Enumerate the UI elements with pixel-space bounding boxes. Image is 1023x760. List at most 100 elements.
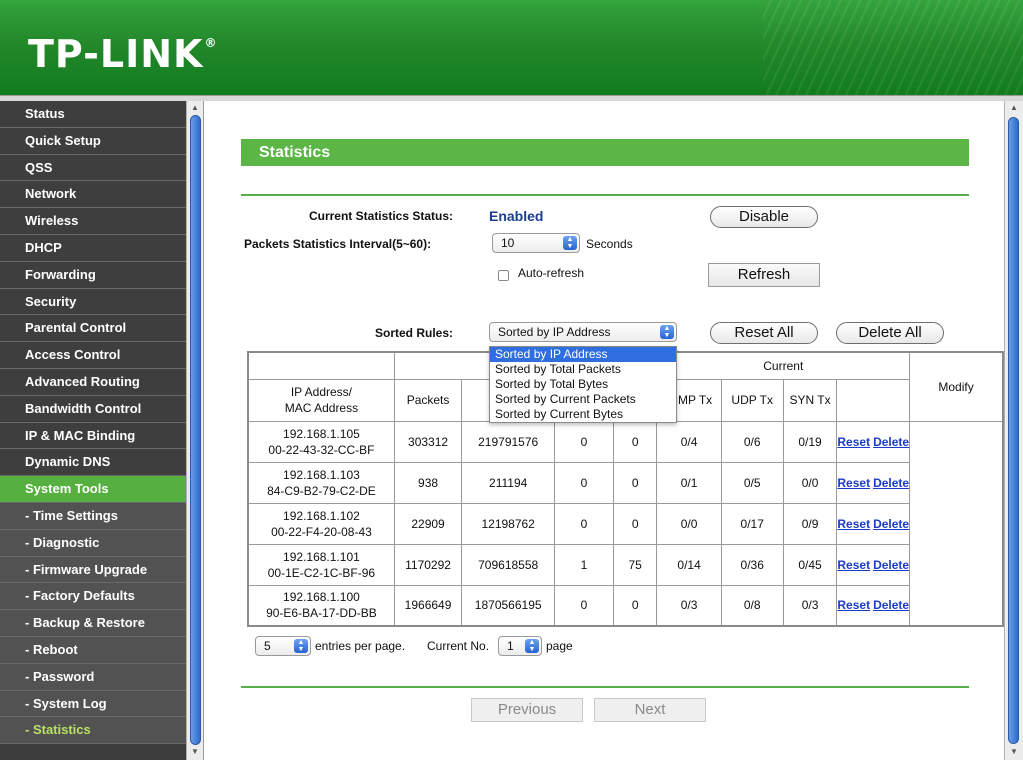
current-status-value: Enabled (489, 208, 544, 224)
cell-packets: 938 (393, 461, 463, 504)
sidebar-item[interactable]: System Tools (0, 476, 186, 503)
sidebar-item[interactable]: DHCP (0, 234, 186, 262)
mac-address: 00-22-F4-20-08-43 (271, 524, 372, 539)
delete-link[interactable]: Delete (873, 598, 909, 612)
interval-select[interactable]: 10 ▲ ▼ (492, 233, 580, 253)
cell-udp: 0/8 (720, 584, 784, 627)
current-page-label: Current No. (427, 639, 490, 653)
reset-link[interactable]: Reset (837, 476, 870, 490)
sidebar-item[interactable]: - Statistics (0, 717, 186, 745)
delete-link[interactable]: Delete (873, 476, 909, 490)
delete-link[interactable]: Delete (873, 517, 909, 531)
cell-packets: 22909 (393, 502, 463, 545)
group-header-current: Current (656, 351, 911, 380)
cell-current-bytes: 0 (612, 420, 658, 463)
mac-address: 84-C9-B2-79-C2-DE (267, 483, 376, 498)
page-title: Statistics (241, 139, 969, 166)
sidebar-item[interactable]: - Factory Defaults (0, 583, 186, 611)
page-label: page (546, 639, 573, 653)
sidebar-item[interactable]: - Backup & Restore (0, 610, 186, 637)
sidebar-item[interactable]: - Time Settings (0, 502, 186, 530)
main-scroll-thumb[interactable] (1008, 117, 1019, 744)
sidebar-item[interactable]: Parental Control (0, 315, 186, 343)
table-row: 192.168.1.105 00-22-43-32-CC-BF 303312 2197… (247, 420, 1003, 463)
sidebar-item[interactable]: Dynamic DNS (0, 449, 186, 477)
table-row: 192.168.1.103 84-C9-B2-79-C2-DE 938 211194 0… (247, 461, 1003, 504)
reset-all-button[interactable]: Reset All (710, 322, 818, 344)
cell-current-bytes: 75 (612, 543, 658, 586)
sidebar-item[interactable]: Forwarding (0, 261, 186, 289)
next-button[interactable]: Next (594, 698, 706, 722)
sidebar-item[interactable]: - Reboot (0, 636, 186, 664)
sorted-rules-dropdown[interactable]: Sorted by IP Address Sorted by Total Pack… (489, 346, 677, 423)
disable-button[interactable]: Disable (710, 206, 818, 228)
sidebar-item[interactable]: - Firmware Upgrade (0, 556, 186, 584)
sidebar-item[interactable]: - System Log (0, 690, 186, 718)
sidebar-scrollbar[interactable]: ▲ ▼ (186, 101, 204, 760)
cell-packets: 1966649 (393, 584, 463, 627)
sidebar-scroll-thumb[interactable] (190, 115, 201, 745)
delete-link[interactable]: Delete (873, 558, 909, 572)
auto-refresh-label: Auto-refresh (518, 266, 585, 280)
sidebar-item[interactable]: Network (0, 181, 186, 209)
dropdown-option[interactable]: Sorted by Current Bytes (490, 407, 676, 422)
per-page-value: 5 (264, 639, 271, 653)
dropdown-option[interactable]: Sorted by IP Address (490, 347, 676, 362)
scroll-down-icon[interactable]: ▼ (1010, 747, 1018, 756)
cell-current-packets: 0 (554, 502, 614, 545)
sidebar-item[interactable]: Bandwidth Control (0, 395, 186, 423)
sidebar-item[interactable]: - Password (0, 663, 186, 691)
previous-button[interactable]: Previous (471, 698, 583, 722)
cell-icmp: 0/3 (656, 584, 722, 627)
dropdown-option[interactable]: Sorted by Total Bytes (490, 377, 676, 392)
cell-current-packets: 0 (554, 420, 614, 463)
ip-address: 192.168.1.103 (283, 467, 360, 482)
sidebar-item[interactable]: IP & MAC Binding (0, 422, 186, 450)
cell-modify: Reset Delete (836, 502, 911, 545)
cell-current-packets: 0 (554, 584, 614, 627)
main-scrollbar[interactable]: ▲ ▼ (1004, 101, 1023, 760)
ip-address: 192.168.1.100 (283, 590, 360, 605)
reset-link[interactable]: Reset (837, 598, 870, 612)
ip-address: 192.168.1.102 (283, 508, 360, 523)
cell-udp: 0/17 (720, 502, 784, 545)
interval-unit: Seconds (586, 237, 633, 251)
dropdown-option[interactable]: Sorted by Total Packets (490, 362, 676, 377)
reset-link[interactable]: Reset (837, 435, 870, 449)
cell-ip-mac: 192.168.1.103 84-C9-B2-79-C2-DE (247, 461, 395, 504)
ip-address: 192.168.1.105 (283, 426, 360, 441)
cell-current-bytes: 0 (612, 584, 658, 627)
select-arrows-icon: ▲ ▼ (525, 639, 539, 653)
divider-bottom (241, 686, 969, 688)
cell-icmp: 0/0 (656, 502, 722, 545)
sidebar-item[interactable]: Status (0, 101, 186, 128)
auto-refresh-checkbox[interactable] (498, 270, 509, 281)
current-page-select[interactable]: 1 ▲ ▼ (498, 636, 542, 656)
cell-ip-mac: 192.168.1.101 00-1E-C2-1C-BF-96 (247, 543, 395, 586)
sidebar-item[interactable]: Wireless (0, 208, 186, 235)
refresh-button[interactable]: Refresh (708, 263, 820, 287)
header-banner: TP-LINK® (0, 0, 1023, 95)
sidebar-item[interactable]: Advanced Routing (0, 368, 186, 396)
sidebar-item[interactable]: Quick Setup (0, 127, 186, 155)
sorted-rules-select[interactable]: Sorted by IP Address ▲ ▼ (489, 322, 677, 342)
reset-link[interactable]: Reset (837, 558, 870, 572)
sidebar-item[interactable]: Security (0, 288, 186, 316)
reset-link[interactable]: Reset (837, 517, 870, 531)
sidebar-item[interactable]: Access Control (0, 342, 186, 369)
dropdown-option[interactable]: Sorted by Current Packets (490, 392, 676, 407)
delete-all-button[interactable]: Delete All (836, 322, 944, 344)
cell-syn: 0/9 (782, 502, 838, 545)
per-page-select[interactable]: 5 ▲ ▼ (255, 636, 311, 656)
sorted-rules-value: Sorted by IP Address (498, 325, 611, 339)
scroll-up-icon[interactable]: ▲ (1010, 103, 1018, 112)
sidebar-item[interactable]: QSS (0, 154, 186, 182)
divider-top (241, 194, 969, 196)
delete-link[interactable]: Delete (873, 435, 909, 449)
header-decoration (763, 0, 1023, 95)
cell-ip-mac: 192.168.1.102 00-22-F4-20-08-43 (247, 502, 395, 545)
select-arrows-icon: ▲ ▼ (563, 236, 577, 250)
scroll-up-icon[interactable]: ▲ (191, 103, 199, 112)
sidebar-item[interactable]: - Diagnostic (0, 529, 186, 557)
scroll-down-icon[interactable]: ▼ (191, 747, 199, 756)
